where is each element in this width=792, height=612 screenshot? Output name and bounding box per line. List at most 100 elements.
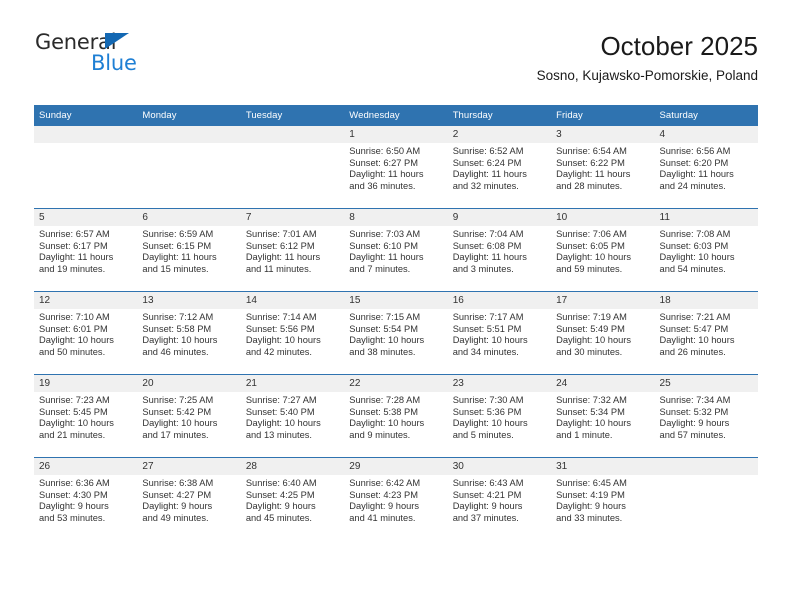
- daylight-duration-line1: Daylight: 11 hours: [39, 252, 114, 263]
- sunrise-time: Sunrise: 7:12 AM: [142, 312, 214, 322]
- sunset-time: Sunset: 6:17 PM: [39, 240, 108, 251]
- calendar-day-cell[interactable]: 17 Sunrise: 7:19 AM Sunset: 5:49 PM Dayligh…: [551, 291, 655, 375]
- day-cell-inner: 15 Sunrise: 7:15 AM Sunset: 5:54 PM Dayligh…: [344, 292, 448, 374]
- calendar-header-row: Sunday Monday Tuesday Wednesday Thursday…: [34, 105, 758, 126]
- daylight-duration-line2: and 21 minutes.: [39, 429, 106, 440]
- calendar-day-cell[interactable]: 7 Sunrise: 7:01 AM Sunset: 6:12 PM Daylight…: [240, 208, 345, 292]
- sunset-time: Sunset: 4:21 PM: [452, 489, 522, 500]
- daylight-duration-line2: and 50 minutes.: [39, 346, 106, 357]
- daylight-duration-line2: and 3 minutes.: [452, 263, 514, 274]
- daylight-duration-line1: Daylight: 10 hours: [556, 335, 632, 346]
- day-details: Sunrise: 7:12 AM Sunset: 5:58 PM Daylight:…: [137, 309, 240, 358]
- sunset-time: Sunset: 6:22 PM: [556, 157, 625, 168]
- daylight-duration-line1: Daylight: 9 hours: [349, 501, 420, 512]
- daylight-duration-line2: and 38 minutes.: [349, 346, 416, 357]
- daylight-duration-line2: and 54 minutes.: [659, 263, 726, 274]
- calendar-week-row: 5 Sunrise: 6:57 AM Sunset: 6:17 PM Daylight…: [34, 208, 758, 292]
- daylight-duration-line2: and 30 minutes.: [556, 346, 623, 357]
- day-cell-inner: 1 Sunrise: 6:50 AM Sunset: 6:27 PM Daylight…: [344, 126, 448, 208]
- calendar-day-cell[interactable]: 30 Sunrise: 6:43 AM Sunset: 4:21 PM Dayligh…: [447, 457, 552, 540]
- day-details: Sunrise: 7:17 AM Sunset: 5:51 PM Daylight:…: [448, 309, 551, 358]
- calendar-day-cell: [240, 126, 345, 209]
- day-cell-inner: 18 Sunrise: 7:21 AM Sunset: 5:47 PM Dayligh…: [654, 292, 758, 374]
- daylight-duration-line2: and 42 minutes.: [245, 346, 312, 357]
- calendar-day-cell[interactable]: 24 Sunrise: 7:32 AM Sunset: 5:34 PM Dayligh…: [551, 374, 655, 458]
- daylight-duration-line1: Daylight: 9 hours: [39, 501, 109, 512]
- calendar-day-cell[interactable]: 20 Sunrise: 7:25 AM Sunset: 5:42 PM Dayligh…: [137, 374, 241, 458]
- calendar-day-cell: [137, 126, 241, 209]
- day-cell-inner: 12 Sunrise: 7:10 AM Sunset: 6:01 PM Dayligh…: [34, 292, 138, 374]
- daylight-duration-line2: and 7 minutes.: [349, 263, 411, 274]
- calendar-day-cell[interactable]: 26 Sunrise: 6:36 AM Sunset: 4:30 PM Dayligh…: [34, 457, 138, 540]
- daylight-duration-line1: Daylight: 10 hours: [659, 252, 735, 263]
- calendar-day-cell[interactable]: 4 Sunrise: 6:56 AM Sunset: 6:20 PM Daylight…: [654, 126, 758, 209]
- calendar-day-cell[interactable]: 22 Sunrise: 7:28 AM Sunset: 5:38 PM Dayligh…: [344, 374, 448, 458]
- calendar-day-cell[interactable]: 27 Sunrise: 6:38 AM Sunset: 4:27 PM Dayligh…: [137, 457, 241, 540]
- calendar-day-cell[interactable]: 19 Sunrise: 7:23 AM Sunset: 5:45 PM Dayligh…: [34, 374, 138, 458]
- calendar-day-cell[interactable]: 28 Sunrise: 6:40 AM Sunset: 4:25 PM Dayligh…: [240, 457, 345, 540]
- calendar-day-cell[interactable]: 18 Sunrise: 7:21 AM Sunset: 5:47 PM Dayligh…: [654, 291, 758, 375]
- daylight-duration-line2: and 37 minutes.: [452, 512, 519, 523]
- day-cell-inner: 4 Sunrise: 6:56 AM Sunset: 6:20 PM Daylight…: [654, 126, 758, 208]
- day-cell-inner: 31 Sunrise: 6:45 AM Sunset: 4:19 PM Dayligh…: [551, 458, 655, 540]
- calendar-day-cell[interactable]: 9 Sunrise: 7:04 AM Sunset: 6:08 PM Daylight…: [447, 208, 552, 292]
- calendar-day-cell[interactable]: 23 Sunrise: 7:30 AM Sunset: 5:36 PM Dayligh…: [447, 374, 552, 458]
- calendar-day-cell[interactable]: 3 Sunrise: 6:54 AM Sunset: 6:22 PM Daylight…: [551, 126, 655, 209]
- triangle-icon: [105, 33, 129, 49]
- page-header: General Blue October 2025 Sosno, Kujawsk…: [34, 30, 758, 96]
- sunset-time: Sunset: 6:08 PM: [452, 240, 522, 251]
- calendar-day-cell[interactable]: 8 Sunrise: 7:03 AM Sunset: 6:10 PM Daylight…: [344, 208, 448, 292]
- day-details: Sunrise: 7:32 AM Sunset: 5:34 PM Daylight:…: [551, 392, 654, 441]
- calendar-day-cell[interactable]: 25 Sunrise: 7:34 AM Sunset: 5:32 PM Dayligh…: [654, 374, 758, 458]
- day-cell-inner: 17 Sunrise: 7:19 AM Sunset: 5:49 PM Dayligh…: [551, 292, 655, 374]
- sunset-time: Sunset: 5:49 PM: [556, 323, 625, 334]
- calendar-day-cell[interactable]: 10 Sunrise: 7:06 AM Sunset: 6:05 PM Dayligh…: [551, 208, 655, 292]
- day-number: 9: [447, 209, 552, 226]
- calendar-day-cell[interactable]: 2 Sunrise: 6:52 AM Sunset: 6:24 PM Daylight…: [447, 126, 552, 209]
- day-details: Sunrise: 6:45 AM Sunset: 4:19 PM Daylight:…: [551, 475, 654, 524]
- sunrise-time: Sunrise: 6:38 AM: [142, 478, 214, 488]
- day-number: 2: [447, 126, 552, 143]
- sunrise-time: Sunrise: 6:42 AM: [349, 478, 421, 488]
- day-cell-inner: [137, 126, 241, 208]
- sunset-time: Sunset: 5:45 PM: [39, 406, 108, 417]
- daylight-duration-line2: and 53 minutes.: [39, 512, 106, 523]
- day-details: Sunrise: 7:15 AM Sunset: 5:54 PM Daylight:…: [344, 309, 447, 358]
- daylight-duration-line2: and 34 minutes.: [452, 346, 519, 357]
- calendar-day-cell[interactable]: 29 Sunrise: 6:42 AM Sunset: 4:23 PM Dayligh…: [344, 457, 448, 540]
- day-details: Sunrise: 7:06 AM Sunset: 6:05 PM Daylight:…: [551, 226, 654, 275]
- calendar-day-cell[interactable]: 15 Sunrise: 7:15 AM Sunset: 5:54 PM Dayligh…: [344, 291, 448, 375]
- daylight-duration-line2: and 19 minutes.: [39, 263, 106, 274]
- weekday-header-saturday: Saturday: [654, 105, 758, 126]
- day-number: 26: [34, 458, 138, 475]
- calendar-day-cell[interactable]: 14 Sunrise: 7:14 AM Sunset: 5:56 PM Dayligh…: [240, 291, 345, 375]
- daylight-duration-line2: and 49 minutes.: [142, 512, 209, 523]
- daylight-duration-line1: Daylight: 11 hours: [142, 252, 217, 263]
- sunset-time: Sunset: 6:27 PM: [349, 157, 418, 168]
- sunrise-time: Sunrise: 6:56 AM: [659, 146, 731, 156]
- sunset-time: Sunset: 4:27 PM: [142, 489, 212, 500]
- sunrise-time: Sunrise: 6:52 AM: [452, 146, 524, 156]
- daylight-duration-line2: and 1 minute.: [556, 429, 613, 440]
- calendar-day-cell[interactable]: 13 Sunrise: 7:12 AM Sunset: 5:58 PM Dayligh…: [137, 291, 241, 375]
- day-cell-inner: 24 Sunrise: 7:32 AM Sunset: 5:34 PM Dayligh…: [551, 375, 655, 457]
- sunset-time: Sunset: 4:25 PM: [245, 489, 315, 500]
- daylight-duration-line1: Daylight: 11 hours: [452, 169, 527, 180]
- calendar-day-cell[interactable]: 6 Sunrise: 6:59 AM Sunset: 6:15 PM Daylight…: [137, 208, 241, 292]
- daylight-duration-line1: Daylight: 10 hours: [245, 418, 321, 429]
- day-details: Sunrise: 6:36 AM Sunset: 4:30 PM Daylight:…: [34, 475, 137, 524]
- sunrise-time: Sunrise: 7:25 AM: [142, 395, 214, 405]
- daylight-duration-line2: and 24 minutes.: [659, 180, 726, 191]
- sunset-time: Sunset: 4:30 PM: [39, 489, 108, 500]
- sunset-time: Sunset: 5:58 PM: [142, 323, 212, 334]
- calendar-day-cell[interactable]: 1 Sunrise: 6:50 AM Sunset: 6:27 PM Daylight…: [344, 126, 448, 209]
- calendar-day-cell[interactable]: 5 Sunrise: 6:57 AM Sunset: 6:17 PM Daylight…: [34, 208, 138, 292]
- general-blue-logo[interactable]: General Blue: [34, 30, 234, 82]
- calendar-day-cell[interactable]: 16 Sunrise: 7:17 AM Sunset: 5:51 PM Dayligh…: [447, 291, 552, 375]
- calendar-day-cell[interactable]: 21 Sunrise: 7:27 AM Sunset: 5:40 PM Dayligh…: [240, 374, 345, 458]
- calendar-day-cell[interactable]: 12 Sunrise: 7:10 AM Sunset: 6:01 PM Dayligh…: [34, 291, 138, 375]
- day-number: [34, 126, 138, 143]
- day-cell-inner: 29 Sunrise: 6:42 AM Sunset: 4:23 PM Dayligh…: [344, 458, 448, 540]
- calendar-day-cell[interactable]: 31 Sunrise: 6:45 AM Sunset: 4:19 PM Dayligh…: [551, 457, 655, 540]
- calendar-day-cell[interactable]: 11 Sunrise: 7:08 AM Sunset: 6:03 PM Dayligh…: [654, 208, 758, 292]
